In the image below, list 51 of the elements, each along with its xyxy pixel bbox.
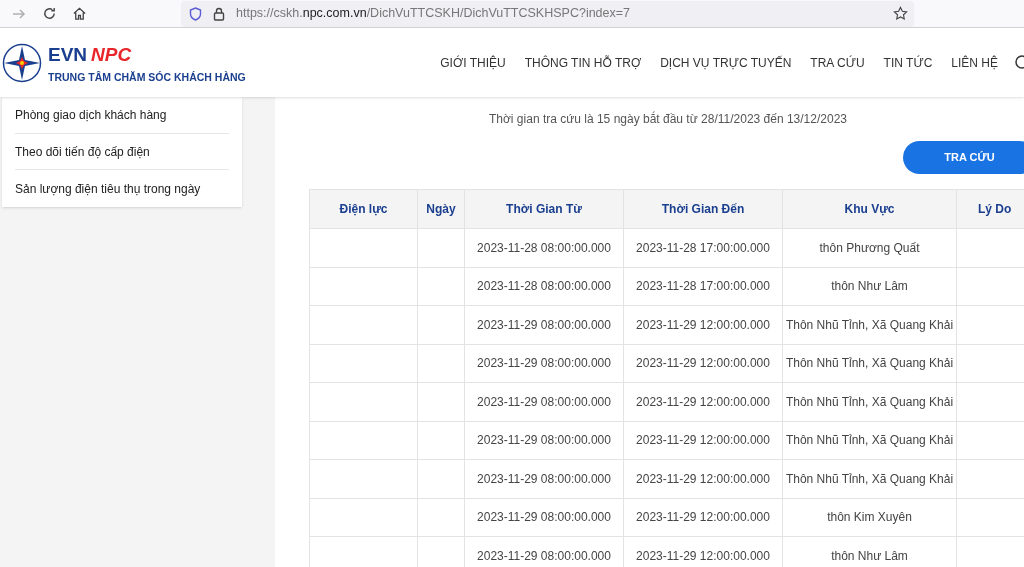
search-button[interactable]: TRA CỨU — [903, 141, 1024, 174]
table-cell: thôn Phương Quất — [782, 228, 957, 267]
table-cell: 2023-11-29 12:00:00.000 — [623, 382, 783, 421]
table-cell: 2023-11-29 12:00:00.000 — [623, 498, 783, 537]
table-cell: 2023-11-29 08:00:00.000 — [464, 421, 624, 460]
nav-link[interactable]: THÔNG TIN HỖ TRỢ — [524, 53, 642, 72]
logo-tagline: TRUNG TÂM CHĂM SÓC KHÁCH HÀNG — [48, 70, 246, 86]
table-cell: 2023-11-29 08:00:00.000 — [464, 459, 624, 498]
home-icon[interactable] — [72, 6, 87, 21]
column-header: Ngày — [417, 189, 465, 229]
sidebar-item[interactable]: Phòng giao dịch khách hàng — [15, 97, 229, 134]
column-header: Thời Gian Đến — [623, 189, 783, 229]
column-header: Điện lực — [309, 189, 418, 229]
table-cell: 2023-11-29 08:00:00.000 — [464, 498, 624, 537]
table-cell: 2023-11-29 12:00:00.000 — [623, 459, 783, 498]
logo-text: EVN — [48, 45, 88, 65]
table-cell: 2023-11-29 12:00:00.000 — [623, 305, 783, 344]
notice-text: Thời gian tra cứu là 15 ngày bắt đầu từ 28/11/2023 đến 13/12/2023 — [488, 110, 848, 128]
table-cell: thôn Như Lâm — [782, 267, 957, 306]
address-bar[interactable]: https://cskh.npc.com.vn/DichVuTTCSKH/DichVuTTCSKHSPC?index=7 — [181, 0, 914, 27]
table-cell: Thôn Nhũ Tỉnh, Xã Quang Khải — [782, 459, 957, 498]
url-text: https://cskh.npc.com.vn/DichVuTTCSKH/DichVuTTCSKHSPC?index=7 — [236, 5, 631, 23]
table-cell: 2023-11-29 08:00:00.000 — [464, 305, 624, 344]
column-header: Lý Do — [956, 189, 1024, 229]
table-cell: Thôn Nhũ Tỉnh, Xã Quang Khải — [782, 344, 957, 383]
sidebar-item[interactable]: Sản lượng điện tiêu thụ trong ngày — [15, 170, 229, 207]
table-cell: Thôn Nhũ Tỉnh, Xã Quang Khải — [782, 382, 957, 421]
nav-link[interactable]: DỊCH VỤ TRỰC TUYẾN — [660, 53, 792, 72]
column-header: Khu Vực — [782, 189, 957, 229]
nav-link[interactable]: TIN TỨC — [883, 53, 933, 72]
column-header: Thời Gian Từ — [464, 189, 624, 229]
table-cell: 2023-11-28 08:00:00.000 — [464, 267, 624, 306]
table-cell: 2023-11-28 08:00:00.000 — [464, 228, 624, 267]
star-icon[interactable] — [893, 6, 908, 21]
sidebar-item[interactable]: Theo dõi tiến độ cấp điện — [15, 133, 229, 171]
logo-text: NPC — [91, 45, 132, 65]
table-cell: 2023-11-29 12:00:00.000 — [623, 421, 783, 460]
table-cell: Thôn Nhũ Tỉnh, Xã Quang Khải — [782, 421, 957, 460]
table-cell: 2023-11-29 08:00:00.000 — [464, 382, 624, 421]
table-cell: 2023-11-29 12:00:00.000 — [623, 344, 783, 383]
shield-icon — [189, 6, 202, 21]
table-cell: 2023-11-28 17:00:00.000 — [623, 267, 783, 306]
table-cell: Thôn Nhũ Tỉnh, Xã Quang Khải — [782, 305, 957, 344]
table-cell: 2023-11-28 17:00:00.000 — [623, 228, 783, 267]
table-cell: 2023-11-29 08:00:00.000 — [464, 344, 624, 383]
nav-link[interactable]: LIÊN HỆ — [951, 53, 998, 72]
reload-icon[interactable] — [42, 6, 57, 21]
nav-link[interactable]: TRA CỨU — [810, 53, 865, 72]
table-cell: thôn Kim Xuyên — [782, 498, 957, 537]
lock-icon — [213, 6, 225, 21]
nav-link[interactable]: GIỚI THIỆU — [440, 53, 506, 72]
